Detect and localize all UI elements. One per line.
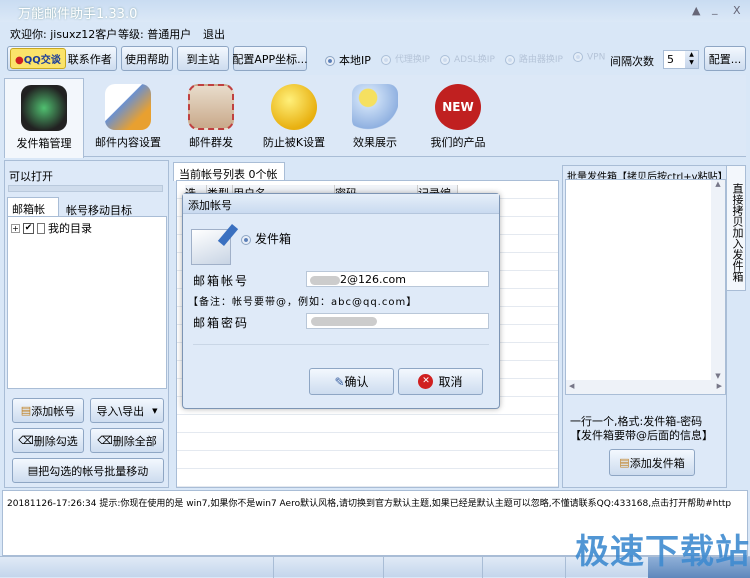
help-button[interactable]: 使用帮助: [121, 46, 173, 71]
tab-our-products[interactable]: NEW 我们的产品: [418, 78, 498, 156]
delete-checked-button[interactable]: ⌫ 删除勾选: [12, 428, 84, 453]
spin-arrows-icon[interactable]: ▲ ▼: [685, 51, 698, 68]
account-input[interactable]: 2@126.com: [306, 271, 489, 287]
ip-option-local[interactable]: 本地IP: [325, 52, 371, 68]
add-outbox-button[interactable]: ▤ 添加发件箱: [609, 449, 695, 476]
tab-label: 邮件群发: [189, 136, 233, 149]
add-account-dialog: 添加帐号 发件箱 邮箱帐号 2@126.com 【备注：帐号要带@，例如：abc…: [182, 193, 500, 409]
tab-anti-block[interactable]: 防止被K设置: [254, 78, 334, 156]
tab-label: 效果展示: [353, 136, 397, 149]
home-site-button[interactable]: 到主站: [177, 46, 229, 71]
tab-mass-mail[interactable]: 邮件群发: [171, 78, 251, 156]
pen-icon: ✎: [334, 374, 345, 389]
ip-option-proxy[interactable]: 代理换IP: [380, 52, 430, 68]
expand-icon[interactable]: +: [11, 223, 20, 233]
tab-label: 防止被K设置: [262, 136, 326, 149]
config-app-button[interactable]: 配置APP坐标...: [232, 46, 308, 71]
radio-icon: [572, 52, 583, 62]
welcome-text: 欢迎你: jisuxz12客户: [10, 28, 118, 41]
wrench-icon: [271, 84, 317, 130]
tab-effect-display[interactable]: 效果展示: [335, 78, 415, 156]
qq-penguin-icon: ●: [15, 55, 24, 66]
tab-outbox-management[interactable]: 发件箱管理: [4, 78, 84, 158]
interval-label: 间隔次数: [610, 55, 654, 68]
ip-option-router[interactable]: 路由器换IP: [504, 52, 563, 68]
config-button[interactable]: 配置...: [704, 46, 746, 71]
move-icon: ▤: [27, 464, 39, 477]
edit-document-icon: [105, 84, 151, 130]
progress-bar: [8, 185, 163, 192]
watermark-logo: 极速下载站: [575, 532, 750, 572]
outbox-radio[interactable]: 发件箱: [241, 230, 291, 247]
batch-outbox-textarea[interactable]: ▲ ▼ ◀ ▶: [565, 179, 726, 395]
minimize-button[interactable]: _: [712, 2, 718, 15]
account-tree: + ✔ 我的目录: [7, 216, 167, 389]
radio-icon: [241, 234, 251, 245]
ip-option-adsl[interactable]: ADSL换IP: [439, 52, 495, 68]
close-button[interactable]: X: [733, 4, 741, 17]
close-circle-icon: ✕: [418, 374, 434, 389]
eraser-icon: ⌫: [97, 434, 113, 447]
password-label: 邮箱密码: [193, 316, 250, 330]
file-icon: [37, 222, 45, 234]
batch-move-button[interactable]: ▤ 把勾选的帐号批量移动: [12, 458, 164, 483]
side-tab-direct-copy[interactable]: 直接拷贝加入发件箱: [726, 165, 746, 291]
outbox-icon: [21, 85, 67, 131]
radio-icon: [504, 54, 515, 65]
confirm-button[interactable]: ✎ 确认: [309, 368, 394, 395]
account-label: 邮箱帐号: [193, 274, 250, 288]
ip-mode-group: 本地IP 代理换IP ADSL换IP 路由器换IP VPN: [325, 52, 605, 68]
tab-label: 发件箱管理: [16, 137, 72, 150]
qq-chat-button[interactable]: ●QQ交谈: [10, 48, 66, 69]
blurred-text: [310, 275, 340, 285]
log-message: 20181126-17:26:34 提示:你现在使用的是 win7,如果你不是w…: [7, 499, 732, 509]
level-text: 等级: 普通用户: [118, 28, 192, 41]
tab-mail-content[interactable]: 邮件内容设置: [88, 78, 168, 156]
add-icon: ▤: [20, 404, 32, 417]
import-export-button[interactable]: 导入\导出 ▼: [90, 398, 164, 423]
tab-label: 我们的产品: [430, 136, 486, 149]
tab-label: 邮件内容设置: [95, 136, 161, 149]
dialog-title: 添加帐号: [188, 199, 232, 212]
dropdown-arrow-icon: ▼: [152, 406, 158, 415]
tab-mail-accounts[interactable]: 邮箱帐号: [7, 197, 59, 232]
batch-outbox-hint: 一行一个,格式:发件箱-密码【发件箱要带@后面的信息】: [570, 415, 713, 442]
envelope-pen-icon: [191, 224, 239, 265]
new-badge-icon: NEW: [435, 84, 481, 130]
contact-author-label: 联系作者: [67, 52, 112, 66]
checkbox-checked-icon[interactable]: ✔: [23, 222, 34, 234]
hand-pointer-icon: [352, 84, 398, 130]
dialog-title-bar: 添加帐号: [183, 194, 499, 214]
dialog-divider: [193, 344, 489, 345]
radio-icon: [439, 54, 450, 65]
add-icon: ▤: [619, 456, 630, 469]
radio-icon: [380, 54, 391, 65]
account-value: 2@126.com: [340, 273, 406, 286]
maximize-button[interactable]: ▲: [692, 4, 700, 17]
vertical-scrollbar[interactable]: ▲ ▼: [711, 180, 725, 380]
horizontal-scrollbar[interactable]: ◀ ▶: [566, 380, 725, 394]
title-bar: 万能邮件助手1.33.0 ▲ _ X: [0, 0, 750, 22]
account-list-tab[interactable]: 当前帐号列表 0个帐号: [173, 162, 285, 197]
cancel-button[interactable]: ✕ 取消: [398, 368, 483, 395]
add-account-button[interactable]: ▤ 添加帐号: [12, 398, 84, 423]
logout-link[interactable]: 退出: [203, 26, 225, 42]
envelope-icon: [188, 84, 234, 130]
eraser-icon: ⌫: [18, 434, 34, 447]
tree-node-label: 我的目录: [48, 222, 92, 235]
blurred-text: [311, 317, 377, 326]
ip-option-vpn[interactable]: VPN: [572, 52, 605, 68]
tree-node-my-directory[interactable]: + ✔ 我的目录: [11, 220, 92, 236]
password-input[interactable]: [306, 313, 489, 329]
interval-value[interactable]: 5: [667, 53, 674, 66]
delete-all-button[interactable]: ⌫ 删除全部: [90, 428, 164, 453]
qq-contact-button[interactable]: ●QQ交谈 联系作者: [7, 46, 117, 71]
window-title: 万能邮件助手1.33.0: [18, 7, 138, 22]
status-label: 可以打开: [9, 170, 53, 183]
account-note: 【备注：帐号要带@，例如：abc@qq.com】: [188, 297, 418, 308]
interval-stepper[interactable]: 5 ▲ ▼: [663, 50, 699, 69]
radio-icon: [325, 56, 335, 66]
